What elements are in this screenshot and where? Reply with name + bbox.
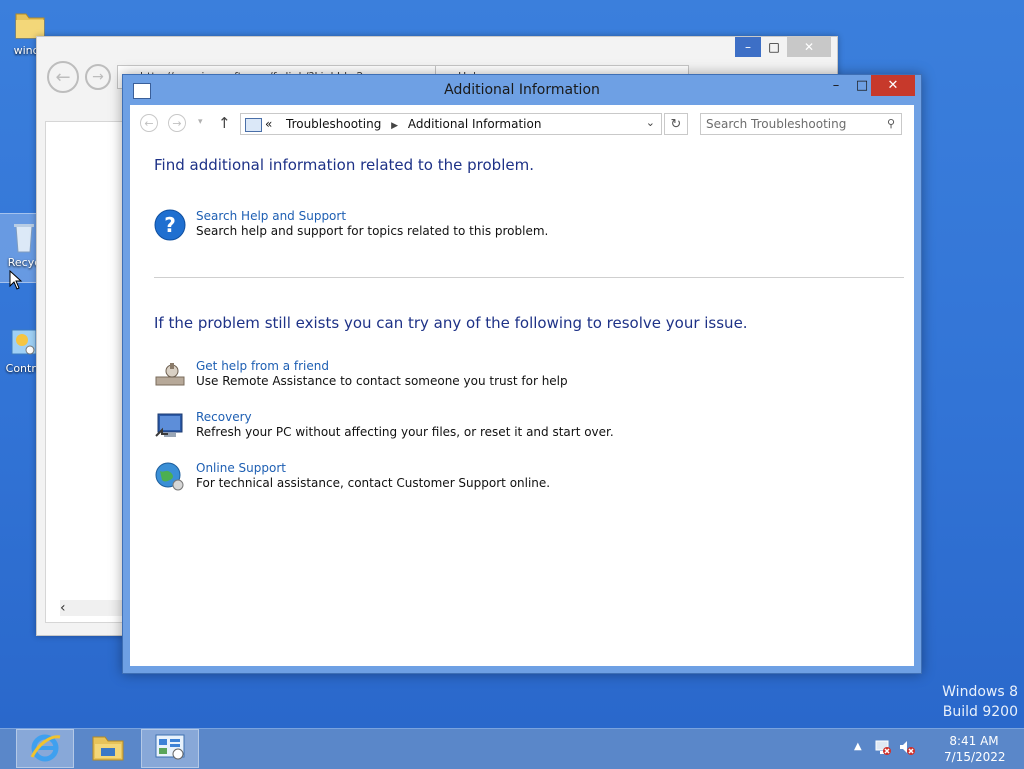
window-client-area: ← → ▾ ↑ « Troubleshooting ▶ Additional I… <box>130 105 914 666</box>
show-hidden-icons-chevron-icon[interactable]: ▲ <box>854 741 862 752</box>
breadcrumb-current[interactable]: Additional Information <box>408 117 542 131</box>
ie-scroll-left-button[interactable]: ‹ <box>60 600 130 616</box>
refresh-button[interactable]: ↻ <box>664 113 688 135</box>
minimize-button[interactable]: – <box>823 75 849 96</box>
file-explorer-icon <box>91 732 125 765</box>
clock-date: 7/15/2022 <box>944 750 1006 764</box>
search-box[interactable]: ⚲ <box>700 113 902 135</box>
online-support-icon <box>154 461 186 493</box>
internet-explorer-icon <box>29 731 61 766</box>
address-dropdown-chevron-icon[interactable]: ⌄ <box>646 116 655 129</box>
control-panel-taskbar-icon <box>154 732 186 765</box>
control-panel-small-icon <box>245 118 262 132</box>
clock[interactable]: 8:41 AM 7/15/2022 <box>944 733 1006 765</box>
svg-text:?: ? <box>164 213 176 237</box>
clock-time: 8:41 AM <box>949 734 999 748</box>
breadcrumb-overflow[interactable]: « <box>265 117 272 131</box>
section-divider <box>154 277 904 278</box>
network-icon[interactable] <box>874 738 892 759</box>
section-heading-resolve: If the problem still exists you can try … <box>154 314 748 332</box>
additional-information-window: Additional Information – □ ✕ ← → ▾ ↑ « T… <box>122 74 922 674</box>
volume-muted-icon[interactable] <box>898 738 916 759</box>
option-recovery-link[interactable]: Recovery <box>196 410 252 424</box>
option-recovery-description: Refresh your PC without affecting your f… <box>196 425 614 439</box>
watermark-edition: Windows 8 <box>942 684 1018 700</box>
search-help-support-description: Search help and support for topics relat… <box>196 224 549 238</box>
breadcrumb-troubleshooting[interactable]: Troubleshooting <box>286 117 381 131</box>
taskbar-control-panel[interactable] <box>141 729 199 768</box>
taskbar-file-explorer[interactable] <box>80 730 136 767</box>
close-button[interactable]: ✕ <box>871 75 915 96</box>
ie-forward-button[interactable]: → <box>85 64 111 90</box>
option-online-support-link[interactable]: Online Support <box>196 461 286 475</box>
window-title: Additional Information <box>444 82 600 98</box>
section-heading-additional-info: Find additional information related to t… <box>154 156 534 174</box>
ie-minimize-button[interactable]: – <box>735 37 761 57</box>
up-button[interactable]: ↑ <box>218 114 231 132</box>
watermark-build: Build 9200 <box>942 704 1018 720</box>
system-tray: ▲ 8:41 AM 7/15/2022 <box>854 729 1024 769</box>
search-input[interactable] <box>701 114 876 134</box>
remote-assistance-icon <box>154 359 186 391</box>
taskbar-internet-explorer[interactable] <box>16 729 74 768</box>
option-online-support-description: For technical assistance, contact Custom… <box>196 476 551 490</box>
help-icon: ? <box>154 209 186 241</box>
recovery-icon <box>154 410 186 442</box>
address-bar[interactable]: « Troubleshooting ▶ Additional Informati… <box>240 113 662 135</box>
search-icon[interactable]: ⚲ <box>887 117 895 130</box>
navigation-toolbar: ← → ▾ ↑ « Troubleshooting ▶ Additional I… <box>130 105 914 143</box>
ie-maximize-button[interactable]: □ <box>761 37 787 57</box>
ie-close-button[interactable]: ✕ <box>787 37 831 57</box>
back-button[interactable]: ← <box>140 114 158 132</box>
option-get-help-from-friend-description: Use Remote Assistance to contact someone… <box>196 374 568 388</box>
search-help-support-link[interactable]: Search Help and Support <box>196 209 346 223</box>
ie-caption-buttons: – □ ✕ <box>735 37 831 57</box>
forward-button[interactable]: → <box>168 114 186 132</box>
desktop: windo Recyc Contro Windows 8 Build 9200 … <box>0 0 1024 728</box>
ie-back-button[interactable]: ← <box>47 61 79 93</box>
breadcrumb-separator-icon[interactable]: ▶ <box>385 121 404 131</box>
windows-watermark: Windows 8 Build 9200 <box>942 684 1018 720</box>
taskbar: ▲ 8:41 AM 7/15/2022 <box>0 728 1024 769</box>
window-titlebar[interactable]: Additional Information – □ ✕ <box>123 75 921 105</box>
breadcrumb: « Troubleshooting ▶ Additional Informati… <box>265 117 541 131</box>
option-get-help-from-friend-link[interactable]: Get help from a friend <box>196 359 329 373</box>
recent-locations-chevron-icon[interactable]: ▾ <box>198 117 203 127</box>
